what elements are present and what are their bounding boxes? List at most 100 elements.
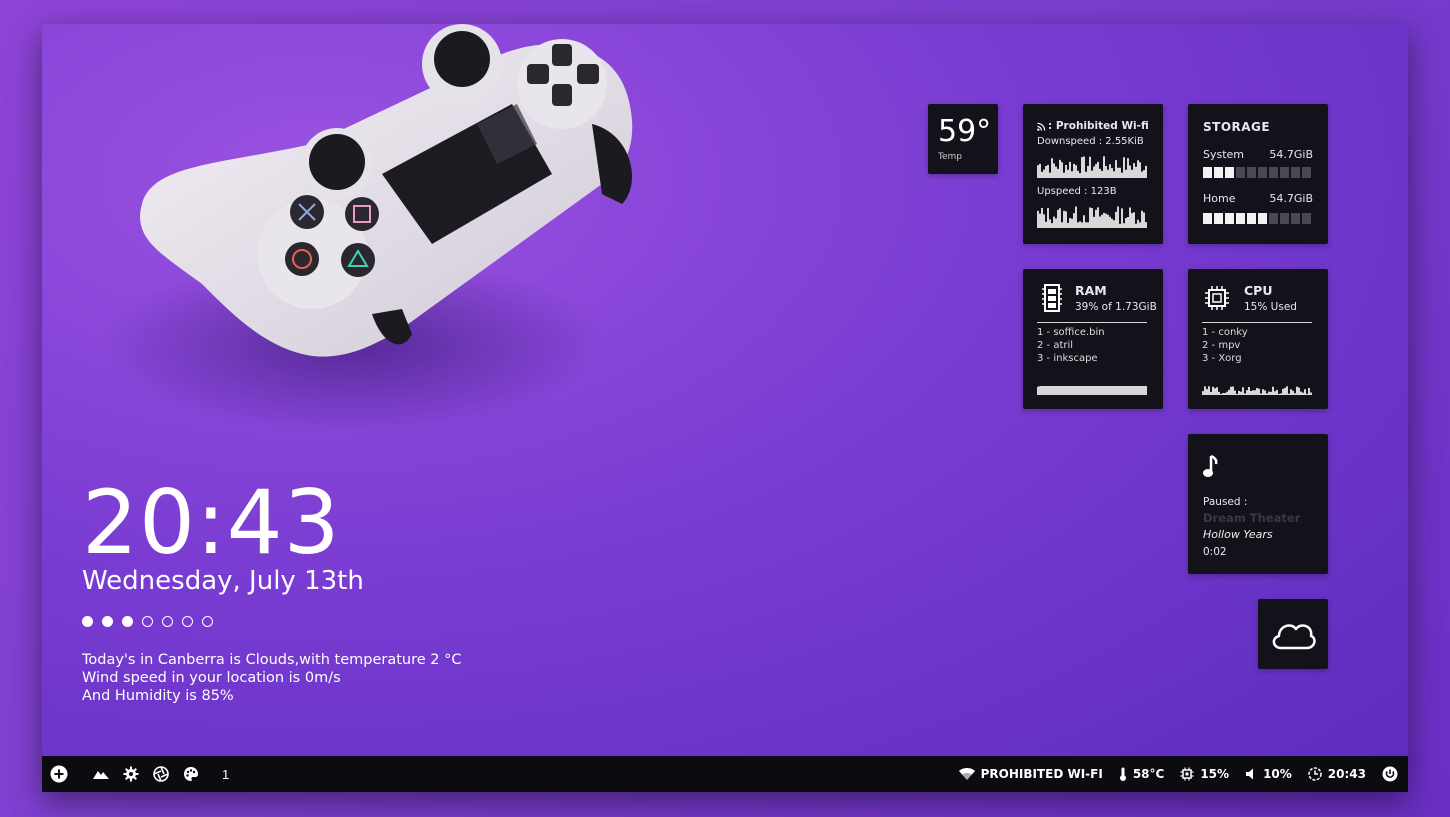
storage-bar-segment	[1291, 167, 1300, 178]
taskbar-temperature[interactable]: 58°C	[1119, 767, 1164, 781]
storage-bar-segment	[1203, 167, 1212, 178]
music-widget: Paused : Dream Theater Hollow Years 0:02	[1188, 434, 1328, 574]
ram-process-3: 3 - inkscape	[1037, 353, 1098, 364]
day-dot	[182, 616, 193, 627]
storage-bar-segment	[1269, 167, 1278, 178]
day-dot	[202, 616, 213, 627]
wifi-name: PROHIBITED WI-FI	[980, 767, 1103, 781]
day-dot	[162, 616, 173, 627]
music-time: 0:02	[1203, 546, 1227, 558]
storage-home-value: 54.7GiB	[1269, 192, 1313, 205]
graph-area	[1202, 386, 1312, 395]
day-dot	[122, 616, 133, 627]
storage-home-row: Home 54.7GiB	[1203, 192, 1313, 205]
workspace-indicator[interactable]: 1	[222, 767, 229, 782]
cpu-process-3: 3 - Xorg	[1202, 353, 1242, 364]
weather-line-condition: Today's in Canberra is Clouds,with tempe…	[82, 652, 462, 668]
cpu-divider	[1202, 322, 1312, 323]
mountain-icon[interactable]	[92, 765, 110, 783]
taskbar-clock[interactable]: 20:43	[1308, 767, 1366, 781]
weather-summary: Today's in Canberra is Clouds,with tempe…	[82, 651, 462, 705]
storage-bar-segment	[1236, 167, 1245, 178]
storage-bar-segment	[1214, 167, 1223, 178]
storage-bar-segment	[1203, 213, 1212, 224]
cpu-graph	[1202, 386, 1312, 395]
cpu-process-2: 2 - mpv	[1202, 340, 1241, 351]
network-title: : Prohibited Wi-fi	[1037, 120, 1149, 132]
clock-time: 20:43	[82, 471, 341, 574]
storage-bar-segment	[1225, 167, 1234, 178]
wifi-icon	[958, 768, 975, 780]
gear-icon[interactable]	[122, 765, 140, 783]
ram-graph	[1037, 386, 1147, 395]
day-dot	[102, 616, 113, 627]
game-controller-illustration	[102, 24, 633, 434]
temperature-label: Temp	[938, 152, 962, 162]
ram-widget: RAM 39% of 1.73GiB 1 - soffice.bin 2 - a…	[1023, 269, 1163, 409]
wifi-icon	[1037, 122, 1046, 131]
storage-bar-segment	[1247, 167, 1256, 178]
storage-system-label: System	[1203, 148, 1245, 161]
taskbar-wifi[interactable]: PROHIBITED WI-FI	[958, 767, 1103, 781]
ram-usage: 39% of 1.73GiB	[1075, 301, 1157, 313]
storage-bar-segment	[1214, 213, 1223, 224]
power-icon	[1382, 766, 1398, 782]
storage-bar-segment	[1258, 213, 1267, 224]
ram-process-2: 2 - atril	[1037, 340, 1074, 351]
aperture-icon[interactable]	[152, 765, 170, 783]
clock-date: Wednesday, July 13th	[82, 566, 364, 596]
cpu-usage: 15% Used	[1244, 301, 1297, 313]
memory-icon	[1042, 284, 1062, 312]
upspeed-graph	[1037, 206, 1147, 228]
ram-process-1: 1 - soffice.bin	[1037, 327, 1105, 338]
day-of-week-indicator	[82, 616, 213, 627]
storage-widget: STORAGE System 54.7GiB Home 54.7GiB	[1188, 104, 1328, 244]
desktop: 20:43 Wednesday, July 13th Today's in Ca…	[42, 24, 1408, 792]
cpu-percent: 15%	[1200, 767, 1230, 781]
storage-bar-segment	[1225, 213, 1234, 224]
taskbar: 1 PROHIBITED WI-FI 58°C 15% 10% 20:43	[42, 756, 1408, 792]
weather-line-wind: Wind speed in your location is 0m/s	[82, 670, 341, 686]
storage-bar-segment	[1269, 213, 1278, 224]
network-widget: : Prohibited Wi-fi Downspeed : 2.55KiB U…	[1023, 104, 1163, 244]
storage-home-bar	[1203, 213, 1311, 224]
storage-bar-segment	[1291, 213, 1300, 224]
storage-title: STORAGE	[1203, 120, 1271, 134]
storage-bar-segment	[1236, 213, 1245, 224]
cpu-title: CPU	[1244, 283, 1273, 298]
taskbar-volume[interactable]: 10%	[1245, 767, 1292, 781]
palette-icon[interactable]	[182, 765, 200, 783]
graph-area	[1037, 206, 1147, 228]
ram-divider	[1037, 322, 1147, 323]
cloud-icon	[1272, 624, 1316, 650]
storage-system-row: System 54.7GiB	[1203, 148, 1313, 161]
temperature-widget: 59° Temp	[928, 104, 998, 174]
cpu-process-1: 1 - conky	[1202, 327, 1248, 338]
storage-bar-segment	[1302, 167, 1311, 178]
storage-system-value: 54.7GiB	[1269, 148, 1313, 161]
weather-line-humidity: And Humidity is 85%	[82, 688, 234, 704]
music-song: Hollow Years	[1203, 528, 1273, 541]
add-icon[interactable]	[50, 765, 68, 783]
taskbar-status: PROHIBITED WI-FI 58°C 15% 10% 20:43	[951, 756, 1398, 792]
music-artist: Dream Theater	[1203, 511, 1301, 525]
taskbar-left: 1	[50, 756, 229, 792]
storage-system-bar	[1203, 167, 1311, 178]
storage-bar-segment	[1280, 167, 1289, 178]
chip-icon	[1180, 767, 1194, 781]
network-upspeed: Upspeed : 123B	[1037, 186, 1117, 197]
power-button[interactable]	[1382, 766, 1398, 782]
taskbar-time: 20:43	[1327, 767, 1366, 781]
music-status: Paused :	[1203, 496, 1248, 508]
network-downspeed: Downspeed : 2.55KiB	[1037, 136, 1144, 147]
chip-icon	[1205, 286, 1229, 310]
storage-bar-segment	[1247, 213, 1256, 224]
volume-icon	[1246, 768, 1254, 780]
volume-percent: 10%	[1263, 767, 1292, 781]
ram-title: RAM	[1075, 283, 1107, 298]
storage-bar-segment	[1258, 167, 1267, 178]
taskbar-cpu[interactable]: 15%	[1180, 767, 1229, 781]
thermometer-icon	[1119, 767, 1126, 781]
day-dot	[142, 616, 153, 627]
music-note-icon	[1203, 454, 1218, 477]
